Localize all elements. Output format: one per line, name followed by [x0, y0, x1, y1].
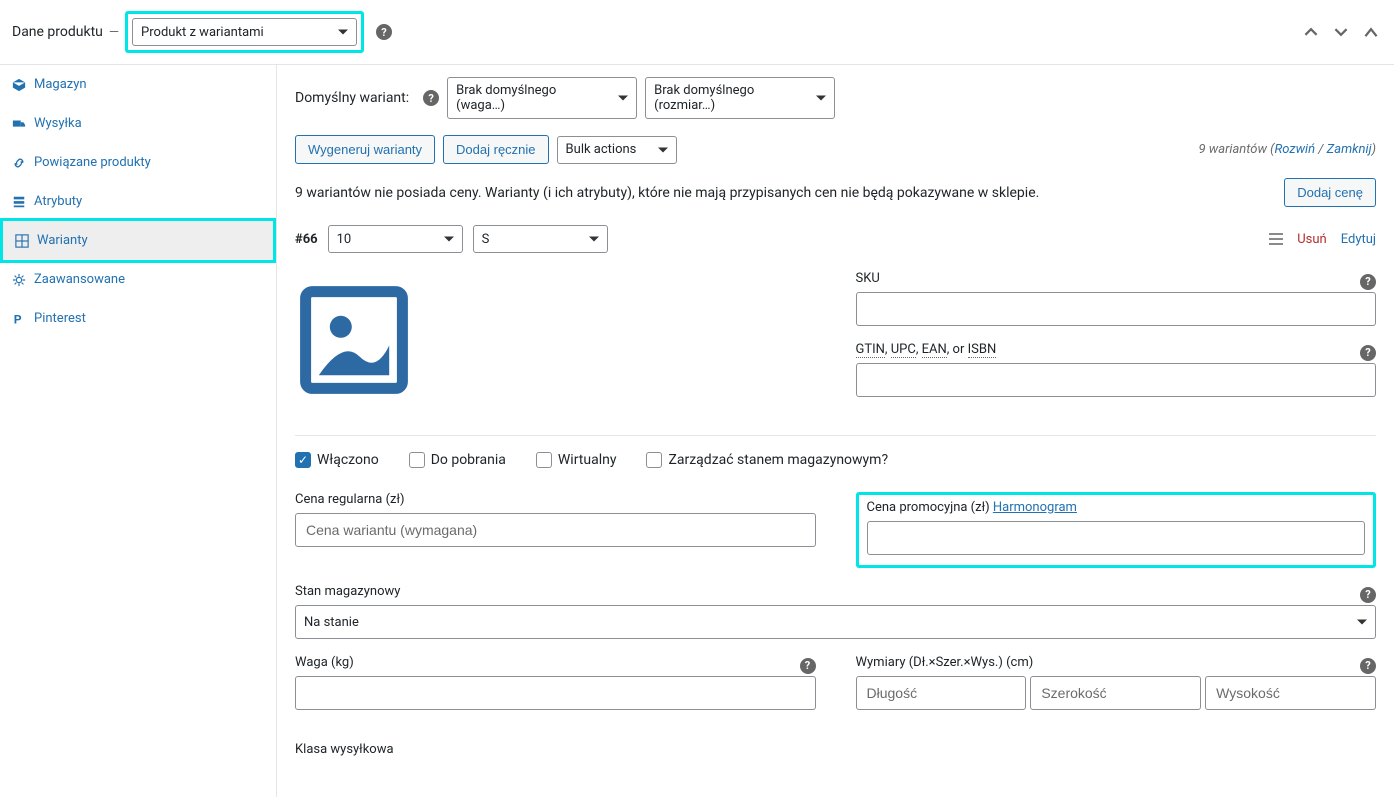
- height-input[interactable]: [1205, 676, 1376, 710]
- product-data-tabs: Magazyn Wysyłka Powiązane produkty Atryb…: [0, 65, 277, 797]
- variant-attr-2-select[interactable]: S: [473, 225, 608, 253]
- sidebar-item-shipping[interactable]: Wysyłka: [0, 104, 276, 143]
- reorder-handle-icon[interactable]: [1269, 233, 1283, 245]
- variant-id: #66: [295, 232, 318, 247]
- downloadable-checkbox[interactable]: Do pobrania: [409, 452, 506, 468]
- sidebar-item-linked[interactable]: Powiązane produkty: [0, 143, 276, 182]
- gear-icon: [12, 273, 26, 287]
- sidebar-item-variations[interactable]: Warianty: [0, 218, 276, 263]
- product-type-highlight: Produkt z wariantami: [125, 11, 364, 53]
- enabled-checkbox[interactable]: ✓Włączono: [295, 452, 379, 468]
- regular-price-label: Cena regularna (zł): [295, 492, 816, 507]
- remove-variant-link[interactable]: Usuń: [1297, 232, 1327, 247]
- stock-status-label: Stan magazynowy: [295, 584, 400, 599]
- weight-label: Waga (kg): [295, 655, 354, 670]
- gtin-label: GTIN, UPC, EAN, or ISBN: [856, 342, 997, 357]
- variations-panel: Domyślny wariant: ? Brak domyślnego (wag…: [277, 65, 1394, 797]
- default-variant-row: Domyślny wariant: ? Brak domyślnego (wag…: [295, 77, 1376, 119]
- variant-checkboxes: ✓Włączono Do pobrania Wirtualny Zarządza…: [295, 452, 1376, 468]
- sidebar-item-pinterest[interactable]: P Pinterest: [0, 299, 276, 338]
- sale-price-highlight: Cena promocyjna (zł) Harmonogram: [856, 492, 1377, 568]
- panel-up-icon[interactable]: [1300, 21, 1322, 43]
- collapse-link[interactable]: Zamknij: [1327, 142, 1372, 157]
- panel-title: Dane produktu: [12, 24, 103, 40]
- sidebar-item-attributes[interactable]: Atrybuty: [0, 182, 276, 221]
- dimensions-label: Wymiary (Dł.×Szer.×Wys.) (cm): [856, 655, 1034, 670]
- help-icon[interactable]: ?: [1360, 345, 1376, 361]
- help-icon[interactable]: ?: [423, 90, 439, 106]
- manage-stock-checkbox[interactable]: Zarządzać stanem magazynowym?: [646, 452, 888, 468]
- actions-row: Wygeneruj warianty Dodaj ręcznie Bulk ac…: [295, 135, 1376, 164]
- sidebar-item-label: Powiązane produkty: [34, 155, 151, 170]
- panel-toggles: [1300, 21, 1382, 43]
- product-type-select[interactable]: Produkt z wariantami: [132, 18, 357, 46]
- gtin-input[interactable]: [856, 363, 1377, 397]
- add-manually-button[interactable]: Dodaj ręcznie: [443, 135, 549, 164]
- shipping-icon: [12, 117, 26, 131]
- sidebar-item-label: Warianty: [37, 233, 88, 248]
- generate-variations-button[interactable]: Wygeneruj warianty: [295, 135, 435, 164]
- weight-input[interactable]: [295, 676, 816, 710]
- inventory-icon: [12, 78, 26, 92]
- add-price-button[interactable]: Dodaj cenę: [1284, 178, 1376, 207]
- sidebar-item-label: Atrybuty: [34, 194, 82, 209]
- link-icon: [12, 156, 26, 170]
- sidebar-item-label: Wysyłka: [34, 116, 82, 131]
- sidebar-item-inventory[interactable]: Magazyn: [0, 65, 276, 104]
- edit-variant-link[interactable]: Edytuj: [1341, 232, 1376, 247]
- default-variant-label: Domyślny wariant:: [295, 90, 409, 106]
- sidebar-item-label: Magazyn: [34, 77, 87, 92]
- width-input[interactable]: [1030, 676, 1201, 710]
- variant-count: 9 wariantów (Rozwiń / Zamknij): [1198, 142, 1376, 157]
- variant-header: #66 10 S Usuń Edytuj: [295, 225, 1376, 253]
- virtual-checkbox[interactable]: Wirtualny: [536, 452, 617, 468]
- sku-input[interactable]: [856, 292, 1377, 326]
- list-icon: [12, 195, 26, 209]
- panel-down-icon[interactable]: [1330, 21, 1352, 43]
- sale-price-input[interactable]: [867, 521, 1366, 555]
- panel-header: Dane produktu — Produkt z wariantami ?: [0, 0, 1394, 65]
- schedule-link[interactable]: Harmonogram: [993, 500, 1077, 515]
- svg-text:P: P: [14, 312, 22, 326]
- price-warning-text: 9 wariantów nie posiada ceny. Warianty (…: [295, 185, 1039, 201]
- length-input[interactable]: [856, 676, 1027, 710]
- price-warning-row: 9 wariantów nie posiada ceny. Warianty (…: [295, 178, 1376, 207]
- help-icon[interactable]: ?: [1360, 587, 1376, 603]
- default-variant-select-2[interactable]: Brak domyślnego (rozmiar…): [645, 77, 835, 119]
- help-icon[interactable]: ?: [1360, 658, 1376, 674]
- sku-label: SKU: [856, 271, 880, 286]
- expand-link[interactable]: Rozwiń: [1274, 142, 1315, 157]
- panel-collapse-icon[interactable]: [1360, 21, 1382, 43]
- help-icon[interactable]: ?: [1360, 274, 1376, 290]
- image-placeholder-icon: [299, 285, 409, 395]
- sidebar-item-advanced[interactable]: Zaawansowane: [0, 260, 276, 299]
- regular-price-input[interactable]: [295, 513, 816, 547]
- bulk-actions-select[interactable]: Bulk actions: [557, 136, 677, 164]
- variant-image-upload[interactable]: [295, 281, 413, 399]
- help-icon[interactable]: ?: [800, 658, 816, 674]
- help-icon[interactable]: ?: [376, 24, 392, 40]
- sidebar-item-label: Pinterest: [34, 311, 86, 326]
- sale-price-label: Cena promocyjna (zł) Harmonogram: [867, 500, 1366, 515]
- variant-attr-1-select[interactable]: 10: [328, 225, 463, 253]
- default-variant-select-1[interactable]: Brak domyślnego (waga…): [447, 77, 637, 119]
- grid-icon: [15, 234, 29, 248]
- shipping-class-label: Klasa wysyłkowa: [295, 742, 1376, 757]
- pinterest-icon: P: [12, 312, 26, 326]
- sidebar-item-label: Zaawansowane: [34, 272, 125, 287]
- stock-status-select[interactable]: Na stanie: [295, 605, 1376, 639]
